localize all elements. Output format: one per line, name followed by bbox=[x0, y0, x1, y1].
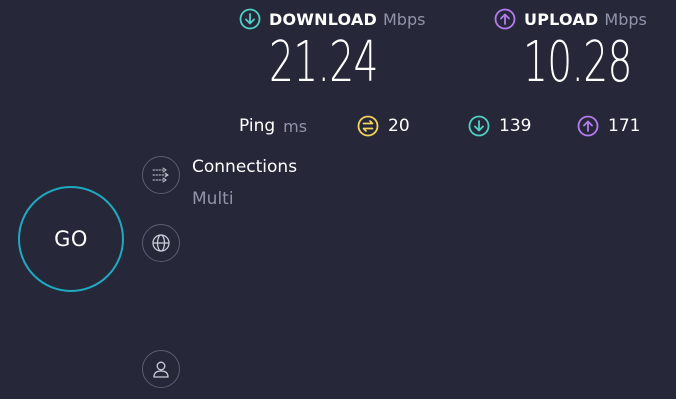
upload-label: UPLOAD bbox=[524, 9, 599, 29]
ping-unit: ms bbox=[283, 116, 308, 136]
ping-label: Ping bbox=[239, 116, 276, 136]
ping-upload: 171 bbox=[577, 114, 640, 138]
upload-unit: Mbps bbox=[604, 9, 647, 29]
user-icon bbox=[153, 361, 169, 378]
go-button-label: GO bbox=[54, 227, 88, 251]
download-header: DOWNLOAD Mbps bbox=[239, 8, 425, 30]
upload-header: UPLOAD Mbps bbox=[494, 8, 647, 30]
download-arrow-icon bbox=[468, 115, 490, 137]
download-label: DOWNLOAD bbox=[269, 9, 377, 29]
connections-title: Connections bbox=[192, 157, 298, 177]
download-arrow-icon bbox=[239, 8, 261, 30]
upload-arrow-icon bbox=[494, 8, 516, 30]
upload-arrow-icon bbox=[577, 115, 599, 137]
connections-icon bbox=[152, 167, 169, 183]
ping-upload-value: 171 bbox=[608, 116, 641, 136]
account-button[interactable] bbox=[142, 350, 180, 388]
go-button[interactable]: GO bbox=[18, 186, 124, 292]
ping-label-group: Ping ms bbox=[239, 114, 307, 138]
ping-download: 139 bbox=[468, 114, 531, 138]
globe-icon bbox=[152, 234, 170, 252]
ping-idle-value: 20 bbox=[388, 116, 410, 136]
server-button[interactable] bbox=[142, 224, 180, 262]
connections-button[interactable] bbox=[142, 156, 180, 194]
download-unit: Mbps bbox=[382, 9, 426, 29]
connections-value[interactable]: Multi bbox=[192, 189, 234, 209]
ping-idle: 20 bbox=[357, 114, 410, 138]
download-speed-value: 21.24 bbox=[269, 30, 378, 95]
ping-download-value: 139 bbox=[499, 116, 532, 136]
upload-speed-value: 10.28 bbox=[523, 30, 632, 95]
ping-idle-icon bbox=[357, 115, 379, 137]
